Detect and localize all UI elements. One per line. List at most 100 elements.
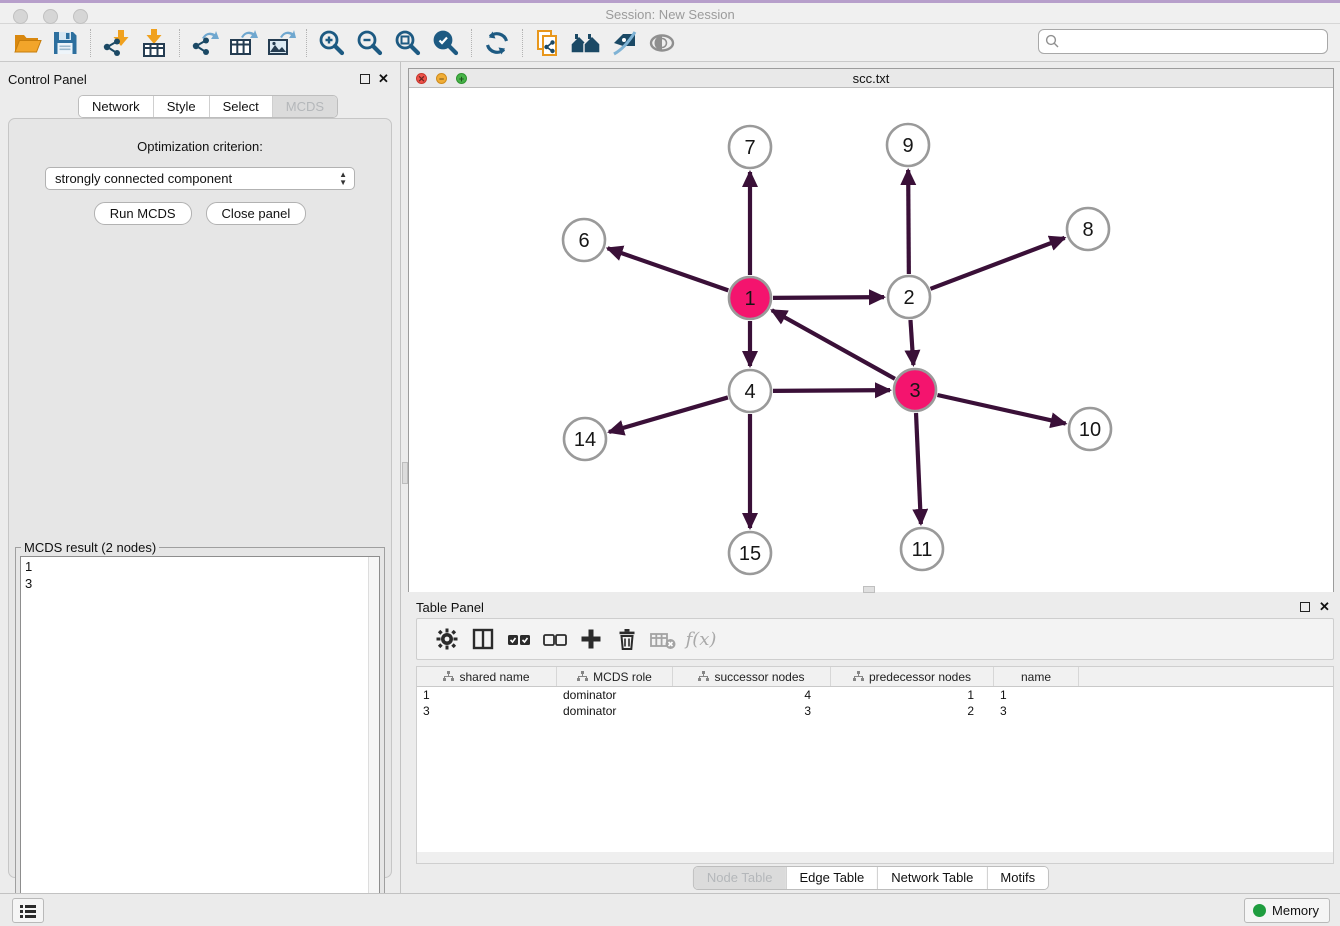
graph-edge[interactable] bbox=[772, 310, 895, 379]
graph-edge[interactable] bbox=[609, 397, 728, 432]
table-panel-float-icon[interactable] bbox=[1300, 602, 1310, 612]
graph-node[interactable]: 2 bbox=[888, 276, 930, 318]
toolbar-separator bbox=[90, 29, 91, 57]
optimization-criterion-select[interactable]: strongly connected component ▲▼ bbox=[45, 167, 355, 190]
column-header-predecessor-nodes[interactable]: predecessor nodes bbox=[831, 667, 994, 686]
zoom-selected-button[interactable] bbox=[427, 27, 465, 59]
export-table-button[interactable] bbox=[224, 27, 262, 59]
control-panel-close-icon[interactable]: ✕ bbox=[378, 71, 389, 87]
zoom-fit-button[interactable] bbox=[389, 27, 427, 59]
graph-edge[interactable] bbox=[916, 413, 921, 524]
control-panel: Control Panel ✕ Network Style Select MCD… bbox=[0, 62, 400, 893]
graph-edge[interactable] bbox=[931, 238, 1065, 289]
network-canvas[interactable]: 7 9 6 8 1 2 4 3 14 10 15 11 bbox=[409, 88, 1333, 592]
export-table-icon bbox=[228, 28, 258, 58]
graph-node[interactable]: 15 bbox=[729, 532, 771, 574]
mcds-result-text[interactable]: 1 3 bbox=[20, 556, 380, 920]
hide-annotations-button[interactable] bbox=[605, 27, 643, 59]
graph-edge[interactable] bbox=[910, 320, 913, 365]
first-neighbors-button[interactable] bbox=[567, 27, 605, 59]
open-file-button[interactable] bbox=[8, 27, 46, 59]
refresh-view-button[interactable] bbox=[478, 27, 516, 59]
zoom-in-button[interactable] bbox=[313, 27, 351, 59]
graph-edge[interactable] bbox=[773, 390, 890, 391]
task-history-button[interactable] bbox=[12, 898, 44, 923]
tab-mcds[interactable]: MCDS bbox=[272, 96, 337, 117]
zoom-out-button[interactable] bbox=[351, 27, 389, 59]
graph-edge[interactable] bbox=[937, 395, 1065, 424]
delete-column-button[interactable] bbox=[609, 622, 645, 656]
export-image-icon bbox=[266, 28, 296, 58]
graph-node[interactable]: 9 bbox=[887, 124, 929, 166]
graph-node[interactable]: 8 bbox=[1067, 208, 1109, 250]
tab-edge-table[interactable]: Edge Table bbox=[785, 867, 877, 889]
tab-node-table[interactable]: Node Table bbox=[694, 867, 786, 889]
graph-node[interactable]: 7 bbox=[729, 126, 771, 168]
show-hide-graphics-button[interactable] bbox=[643, 27, 681, 59]
tab-motifs[interactable]: Motifs bbox=[986, 867, 1048, 889]
node-table: shared name MCDS role successor nodes pr… bbox=[416, 666, 1334, 852]
graph-node[interactable]: 1 bbox=[729, 277, 771, 319]
plus-icon bbox=[579, 627, 603, 651]
open-folder-icon bbox=[12, 28, 42, 58]
import-network-button[interactable] bbox=[97, 27, 135, 59]
main-toolbar bbox=[0, 24, 1340, 62]
tab-select[interactable]: Select bbox=[209, 96, 272, 117]
select-all-button[interactable] bbox=[501, 622, 537, 656]
function-builder-button[interactable]: f(x) bbox=[681, 622, 717, 656]
graph-node[interactable]: 3 bbox=[894, 369, 936, 411]
tab-network-table[interactable]: Network Table bbox=[877, 867, 986, 889]
table-panel-close-icon[interactable]: ✕ bbox=[1319, 599, 1330, 615]
tab-network[interactable]: Network bbox=[79, 96, 153, 117]
mcds-result-title: MCDS result (2 nodes) bbox=[21, 540, 159, 555]
graph-node[interactable]: 14 bbox=[564, 418, 606, 460]
column-header-shared-name[interactable]: shared name bbox=[417, 667, 557, 686]
table-scrollbar-track[interactable] bbox=[416, 852, 1334, 864]
table-row[interactable]: 1 dominator 4 1 1 bbox=[417, 687, 1333, 703]
graph-node-label: 14 bbox=[574, 429, 596, 451]
column-header-name[interactable]: name bbox=[994, 667, 1079, 686]
export-image-button[interactable] bbox=[262, 27, 300, 59]
control-panel-float-icon[interactable] bbox=[360, 74, 370, 84]
memory-button[interactable]: Memory bbox=[1244, 898, 1330, 923]
export-network-button[interactable] bbox=[186, 27, 224, 59]
graph-node-label: 4 bbox=[744, 381, 755, 403]
graph-edge[interactable] bbox=[908, 170, 909, 274]
run-mcds-button[interactable]: Run MCDS bbox=[94, 202, 192, 225]
delete-table-button[interactable] bbox=[645, 622, 681, 656]
show-hide-columns-button[interactable] bbox=[465, 622, 501, 656]
import-table-button[interactable] bbox=[135, 27, 173, 59]
graph-edge[interactable] bbox=[773, 297, 884, 298]
label-slash-icon bbox=[609, 28, 639, 58]
mcds-result-scrollbar[interactable] bbox=[368, 557, 379, 919]
save-icon bbox=[50, 28, 80, 58]
graph-node[interactable]: 11 bbox=[901, 528, 943, 570]
search-input[interactable] bbox=[1038, 29, 1328, 54]
close-panel-button[interactable]: Close panel bbox=[206, 202, 307, 225]
table-row[interactable]: 3 dominator 3 2 3 bbox=[417, 703, 1333, 719]
network-window-titlebar: ✕ − + scc.txt bbox=[409, 69, 1333, 88]
copy-network-button[interactable] bbox=[529, 27, 567, 59]
panel-splitter[interactable] bbox=[400, 62, 408, 893]
memory-button-label: Memory bbox=[1272, 903, 1319, 918]
table-settings-button[interactable] bbox=[429, 622, 465, 656]
tree-type-icon bbox=[698, 671, 709, 682]
trash-icon bbox=[615, 627, 639, 651]
export-network-icon bbox=[190, 28, 220, 58]
graph-edge[interactable] bbox=[608, 248, 729, 290]
save-session-button[interactable] bbox=[46, 27, 84, 59]
cell-predecessor-nodes: 1 bbox=[831, 687, 994, 703]
graph-node[interactable]: 10 bbox=[1069, 408, 1111, 450]
graph-node[interactable]: 4 bbox=[729, 370, 771, 412]
graph-node[interactable]: 6 bbox=[563, 219, 605, 261]
graph-node-label: 15 bbox=[739, 543, 761, 565]
tab-style[interactable]: Style bbox=[153, 96, 209, 117]
toolbar-separator bbox=[306, 29, 307, 57]
create-column-button[interactable] bbox=[573, 622, 609, 656]
column-header-mcds-role[interactable]: MCDS role bbox=[557, 667, 673, 686]
column-header-successor-nodes[interactable]: successor nodes bbox=[673, 667, 831, 686]
cell-successor-nodes: 4 bbox=[673, 687, 831, 703]
node-table-header: shared name MCDS role successor nodes pr… bbox=[417, 667, 1333, 687]
deselect-all-button[interactable] bbox=[537, 622, 573, 656]
import-network-icon bbox=[101, 28, 131, 58]
